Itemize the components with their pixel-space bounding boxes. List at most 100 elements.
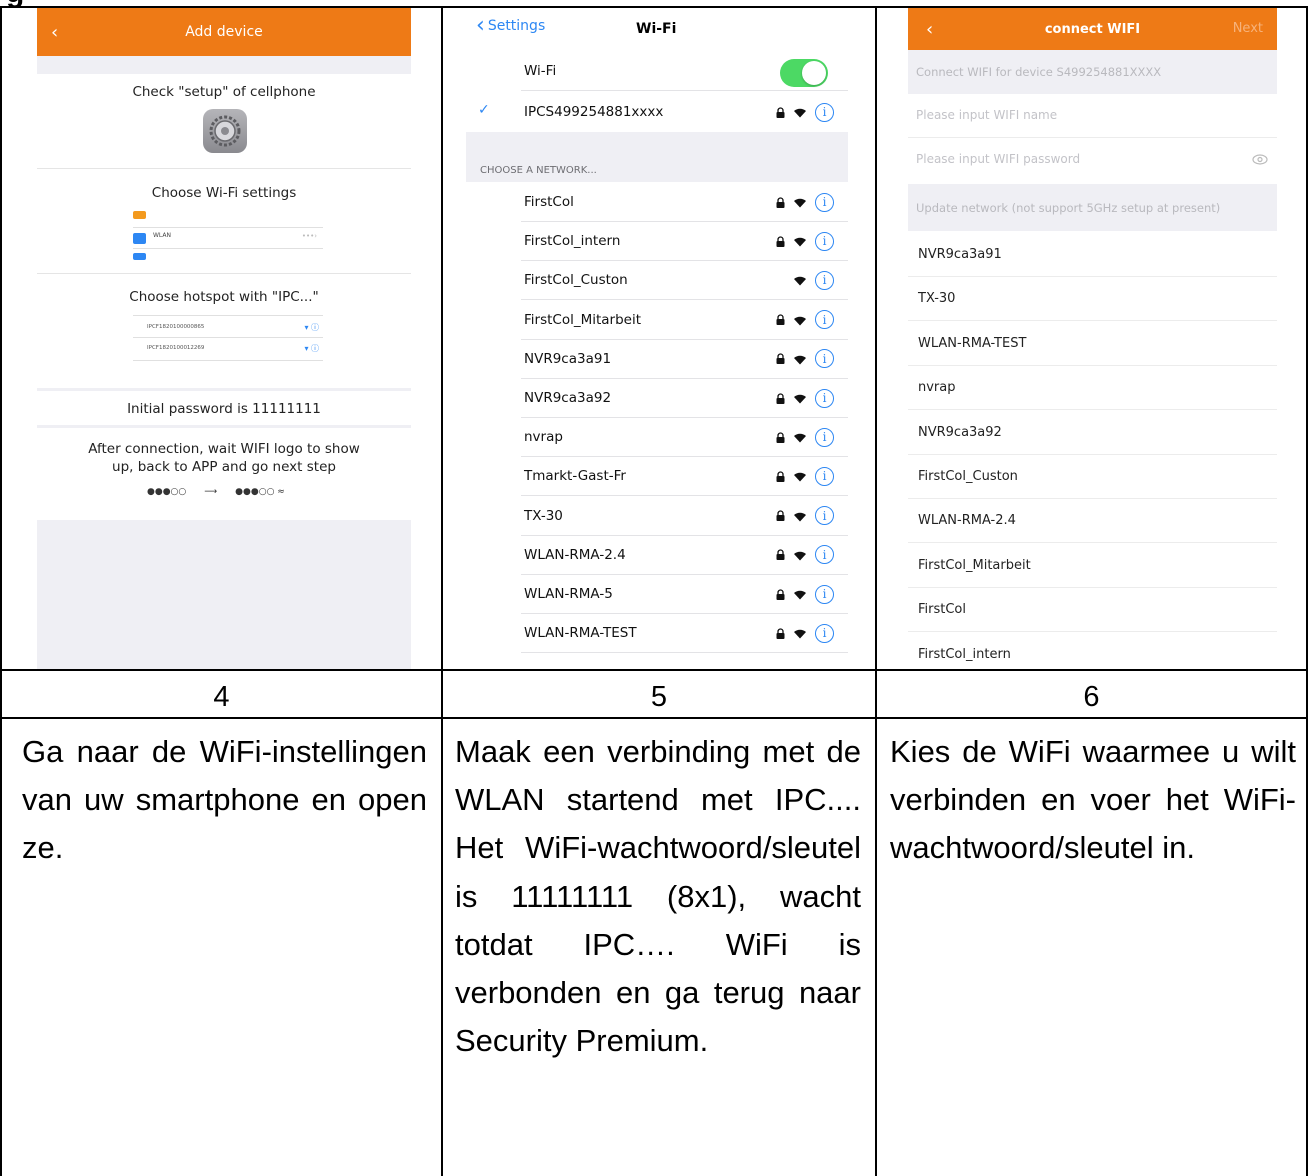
network-status-icons: i [776, 222, 834, 260]
mini-blue-icon [133, 253, 146, 260]
chevron-left-icon: ‹ [476, 13, 485, 38]
separator [37, 168, 411, 169]
network-row[interactable]: NVR9ca3a91 i [521, 340, 848, 379]
settings-back-button[interactable]: ‹ Settings [476, 13, 546, 38]
lock-icon [776, 471, 785, 482]
available-network-row[interactable]: TX-30 [908, 277, 1277, 322]
network-name: NVR9ca3a92 [524, 390, 612, 406]
network-row[interactable]: NVR9ca3a92 i [521, 379, 848, 418]
mini-wifi-info-icon: ▾ ⓘ [304, 344, 319, 353]
choose-network-section: CHOOSE A NETWORK... [466, 132, 848, 182]
hotspot-item: IPCF1820100000865 [147, 324, 205, 330]
available-network-row[interactable]: WLAN-RMA-TEST [908, 322, 1277, 366]
wifi-signal-icon [794, 590, 806, 600]
info-icon[interactable]: i [815, 427, 834, 447]
info-icon[interactable]: i [815, 231, 834, 251]
step-choose-wifi: Choose Wi-Fi settings [151, 185, 297, 201]
update-network-text: Update network (not support 5GHz setup a… [916, 201, 1221, 215]
mini-divider [133, 337, 323, 338]
info-icon[interactable]: i [815, 584, 834, 604]
wifi-toggle[interactable] [780, 59, 828, 87]
network-status-icons: i [776, 92, 834, 132]
update-network-bar[interactable]: Update network (not support 5GHz setup a… [908, 184, 1277, 231]
step-check-setup: Check "setup" of cellphone [132, 84, 316, 100]
info-icon[interactable]: i [815, 623, 834, 643]
available-network-row[interactable]: FirstCol [908, 588, 1277, 633]
available-network-name: FirstCol_Custon [918, 469, 1018, 484]
step-description: Ga naar de WiFi-instellingen van uw smar… [22, 734, 427, 866]
wifi-signal-icon [794, 433, 806, 443]
after-connection-note-2: up, back to APP and go next step [112, 459, 336, 475]
network-status-icons: i [776, 301, 834, 339]
available-network-row[interactable]: WLAN-RMA-2.4 [908, 499, 1277, 544]
mini-divider [133, 227, 323, 228]
info-icon[interactable]: i [815, 466, 834, 486]
network-row[interactable]: Tmarkt-Gast-Fr i [521, 457, 848, 497]
network-name: FirstCol_Custon [524, 272, 628, 289]
network-row[interactable]: FirstCol_intern i [521, 222, 848, 262]
info-icon[interactable]: i [815, 102, 834, 122]
available-network-name: NVR9ca3a91 [918, 247, 1002, 262]
wifi-signal-icon [794, 316, 806, 326]
after-connection-note-1: After connection, wait WIFI logo to show [88, 441, 360, 457]
device-info-bar: Connect WIFI for device S499254881XXXX [908, 50, 1277, 94]
next-button[interactable]: Next [1233, 21, 1263, 36]
network-status-icons: i [776, 457, 834, 495]
available-network-name: FirstCol_Mitarbeit [918, 557, 1031, 573]
hotspot-item: IPCF1820100012269 [147, 345, 205, 351]
device-info-text: Connect WIFI for device S499254881XXXX [916, 65, 1162, 79]
lock-icon [776, 588, 785, 600]
available-network-name: NVR9ca3a92 [918, 424, 1002, 440]
network-row[interactable]: FirstCol_Mitarbeit i [521, 301, 848, 340]
wifi-toggle-row: Wi-Fi [521, 52, 848, 91]
wifi-signal-icon [794, 108, 806, 118]
wifi-signal-icon [794, 394, 806, 404]
network-row[interactable]: WLAN-RMA-TEST i [521, 614, 848, 654]
mini-divider [133, 315, 323, 316]
wifi-settings-screen: ‹ Settings Wi-Fi Wi-Fi ✓ IPCS499254881xx… [466, 8, 848, 663]
connect-wifi-title: connect WIFI [1044, 21, 1141, 37]
wifi-signal-icon [794, 473, 806, 482]
network-name: Tmarkt-Gast-Fr [524, 468, 626, 485]
checkmark-icon: ✓ [478, 102, 490, 118]
settings-back-label: Settings [487, 18, 546, 34]
wifi-signal-icon [794, 277, 806, 286]
info-icon[interactable]: i [815, 349, 834, 369]
wifi-page-title: Wi-Fi [636, 21, 677, 37]
password-note: Initial password is 11111111 [127, 401, 321, 417]
separator [37, 273, 411, 274]
info-icon[interactable]: i [815, 192, 834, 212]
info-icon[interactable]: i [815, 545, 834, 565]
mini-wifi-label: WLAN [153, 232, 172, 239]
network-name: WLAN-RMA-5 [524, 586, 613, 602]
network-row[interactable]: WLAN-RMA-2.4 i [521, 536, 848, 575]
available-network-name: WLAN-RMA-TEST [918, 335, 1027, 351]
add-device-screen: ‹ Add device Check "setup" of cellphone … [37, 8, 411, 669]
connected-network-row[interactable]: IPCS499254881xxxx i [521, 92, 848, 132]
available-network-row[interactable]: NVR9ca3a92 [908, 411, 1277, 455]
info-icon[interactable]: i [815, 388, 834, 408]
network-row[interactable]: FirstCol_Custon i [521, 261, 848, 301]
network-name: FirstCol_Mitarbeit [524, 311, 642, 328]
available-network-row[interactable]: FirstCol_intern [908, 633, 1277, 669]
wifi-signal-icon [794, 355, 806, 365]
network-row[interactable]: nvrap i [521, 418, 848, 458]
col-divider-1 [441, 6, 443, 1176]
network-row[interactable]: WLAN-RMA-5 i [521, 575, 848, 614]
available-network-row[interactable]: FirstCol_Mitarbeit [908, 544, 1277, 588]
available-network-row[interactable]: NVR9ca3a91 [908, 233, 1277, 277]
info-icon[interactable]: i [815, 270, 834, 290]
available-network-row[interactable]: FirstCol_Custon [908, 455, 1277, 499]
info-icon[interactable]: i [815, 310, 834, 330]
available-network-row[interactable]: nvrap [908, 366, 1277, 411]
lock-icon [776, 628, 785, 639]
info-icon[interactable]: i [815, 506, 834, 526]
eye-icon[interactable] [1252, 154, 1268, 165]
network-row[interactable]: FirstCol i [521, 183, 848, 222]
mini-settings-list: WLAN •••› [133, 211, 323, 263]
wifi-signal-icon [794, 512, 806, 522]
network-row[interactable]: TX-30 i [521, 497, 848, 536]
wifi-name-input[interactable]: Please input WIFI name [908, 94, 1277, 138]
col-border-left [0, 6, 2, 1176]
wifi-password-input[interactable]: Please input WIFI password [908, 138, 1277, 182]
